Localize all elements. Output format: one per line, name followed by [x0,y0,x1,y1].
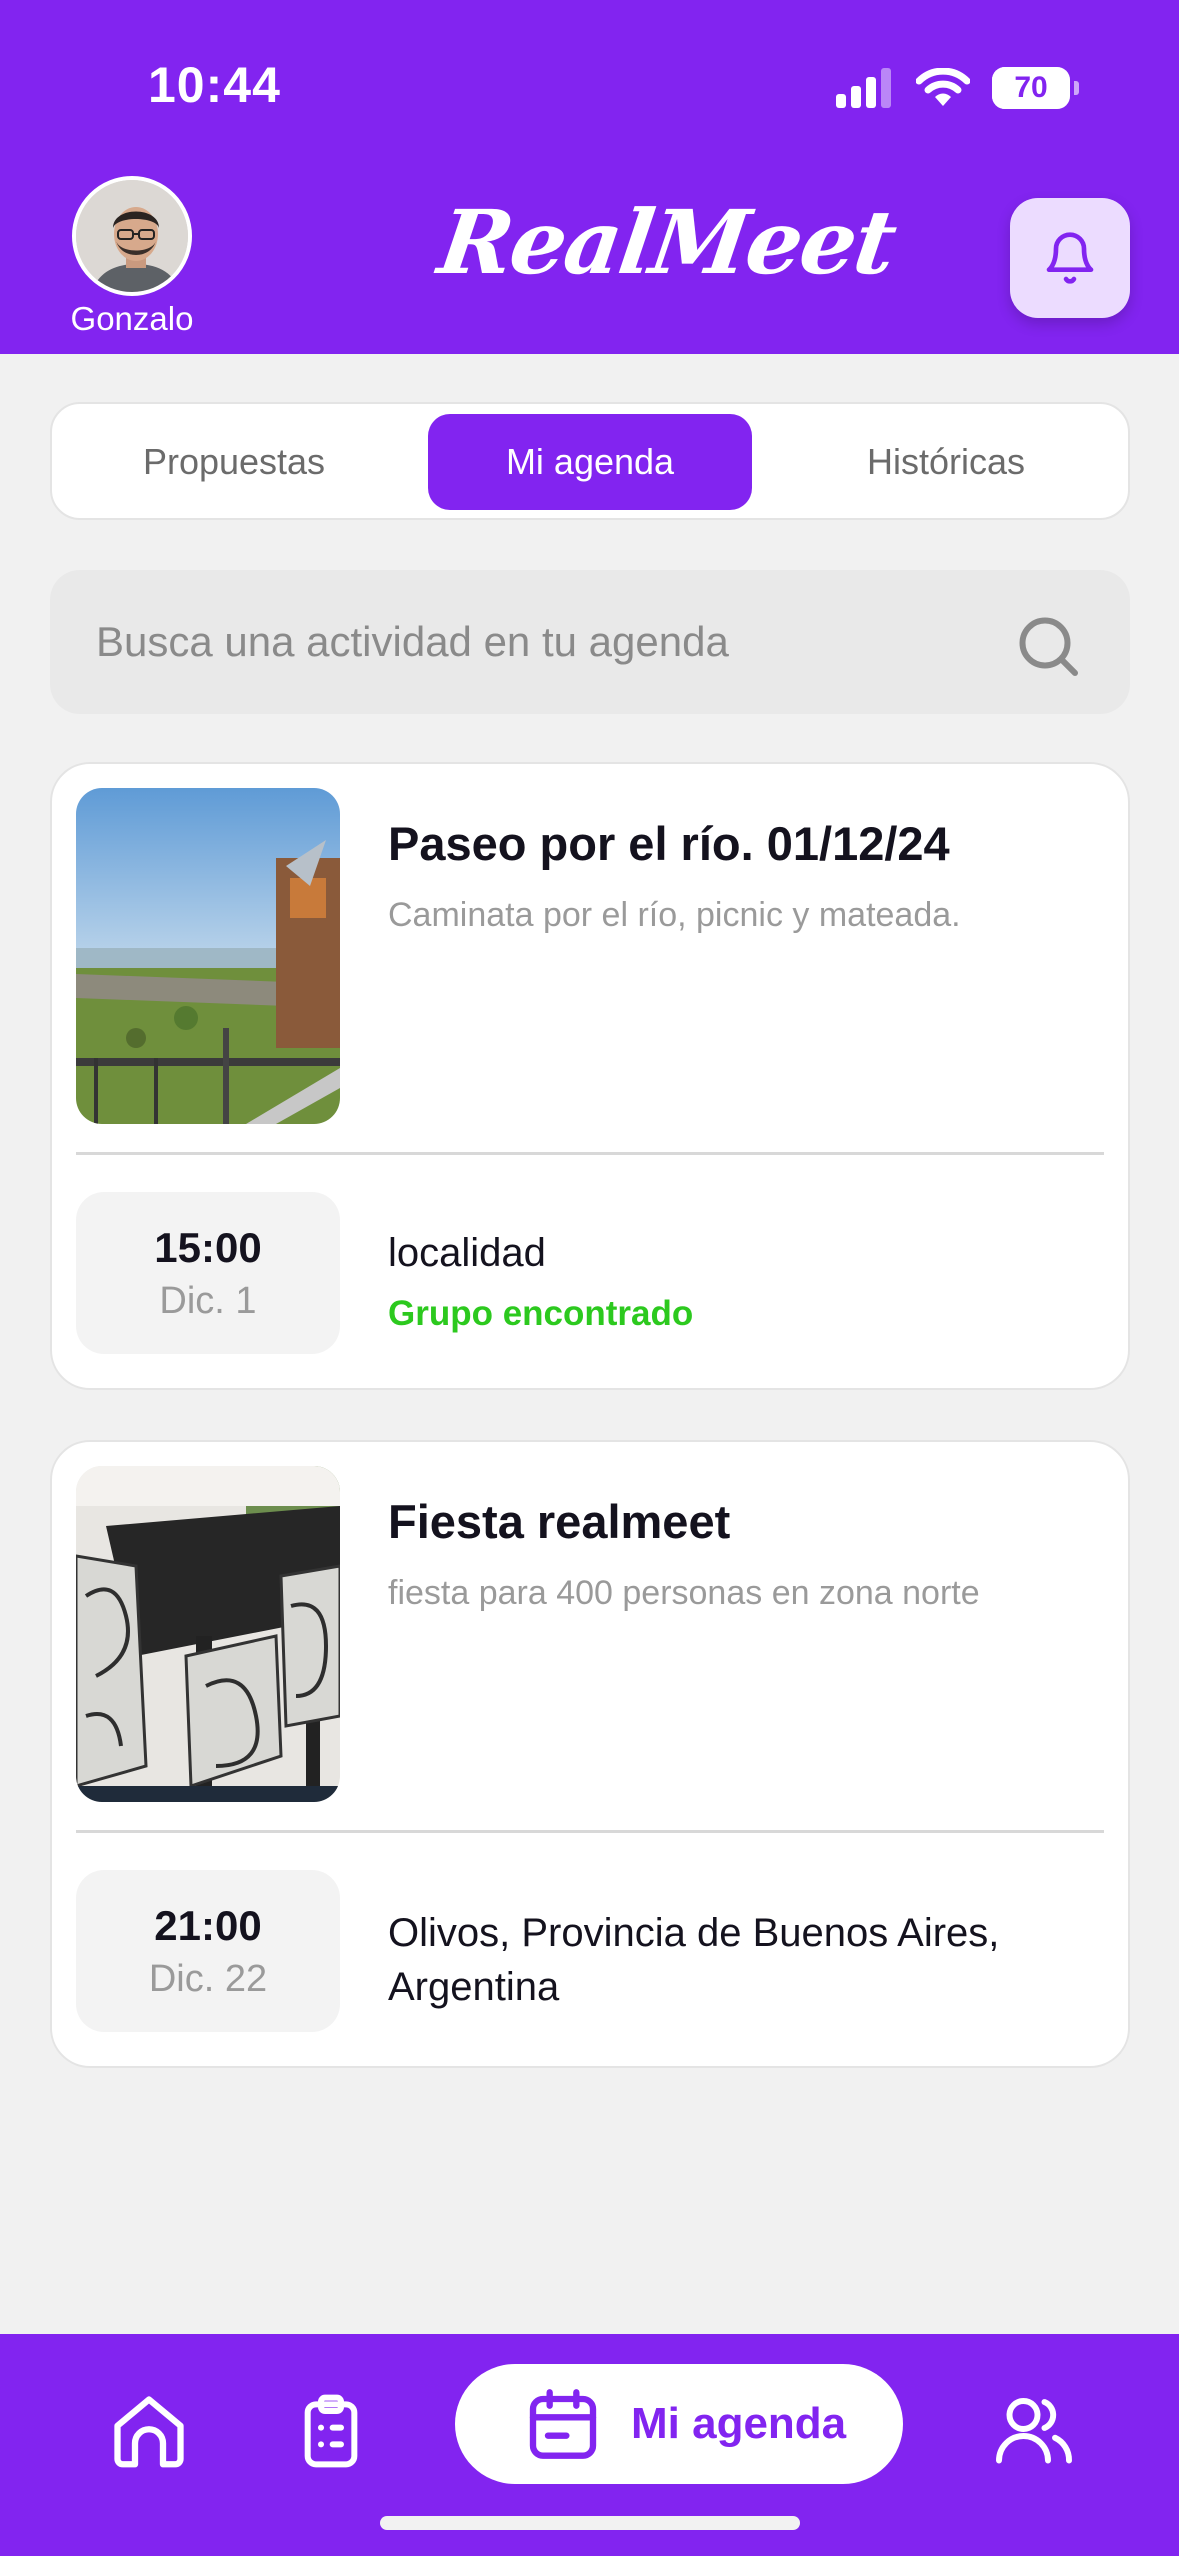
activity-title: Paseo por el río. 01/12/24 [388,817,950,870]
tab-propuestas[interactable]: Propuestas [64,414,404,510]
tab-mi-agenda[interactable]: Mi agenda [428,414,752,510]
activity-datetime: 15:00 Dic. 1 [76,1192,340,1354]
activity-image [76,788,340,1124]
card-divider [76,1830,1104,1833]
battery-nub [1074,81,1079,95]
battery-level: 70 [1014,71,1048,104]
brand-logo: RealMeet [432,190,901,294]
avatar-photo [76,180,188,292]
home-icon [114,2396,184,2468]
agenda-tabs: Propuestas Mi agenda Históricas [50,402,1130,520]
status-time: 10:44 [148,57,281,113]
activity-image [76,1466,340,1802]
activity-location: Olivos, Provincia de Buenos Aires, Argen… [388,1911,1000,2009]
activity-card[interactable]: Paseo por el río. 01/12/24 Caminata por … [50,762,1130,1390]
home-indicator [380,2516,800,2530]
search-input[interactable] [96,610,976,674]
activity-title: Fiesta realmeet [388,1495,731,1548]
wifi-icon [916,68,970,106]
nav-proposals[interactable] [286,2386,376,2476]
app-header: 10:44 70 Gonzalo RealMeet [0,0,1179,354]
avatar[interactable] [72,176,192,296]
tab-historicas[interactable]: Históricas [774,414,1118,510]
activity-card[interactable]: Fiesta realmeet fiesta para 400 personas… [50,1440,1130,2068]
bell-icon [1046,232,1094,284]
activity-status: Grupo encontrado [388,1294,694,1333]
user-name: Gonzalo [70,300,194,337]
nav-groups[interactable] [984,2384,1084,2474]
calendar-icon [529,2389,597,2459]
users-icon [996,2398,1072,2464]
activity-time: 15:00 [154,1224,262,1271]
nav-agenda[interactable]: Mi agenda [455,2364,903,2484]
battery-indicator: 70 [992,67,1070,109]
clipboard-icon [304,2394,358,2468]
activity-description: Caminata por el río, picnic y mateada. [388,896,961,934]
search-icon[interactable] [1012,610,1084,682]
notifications-button[interactable] [1010,198,1130,318]
nav-agenda-label: Mi agenda [631,2399,847,2448]
activity-day: Dic. 22 [148,1958,268,2000]
activity-day: Dic. 1 [159,1280,257,1322]
activity-time: 21:00 [154,1902,262,1949]
activity-datetime: 21:00 Dic. 22 [76,1870,340,2032]
card-divider [76,1152,1104,1155]
activity-location: localidad [388,1231,546,1275]
screen: 10:44 70 Gonzalo RealMeet Propuestas Mi … [0,0,1179,2556]
nav-home[interactable] [104,2386,194,2476]
status-icons: 70 [836,66,1079,110]
activity-description: fiesta para 400 personas en zona norte [388,1574,980,1612]
cellular-signal-icon [836,68,891,108]
search-bar [50,570,1130,714]
